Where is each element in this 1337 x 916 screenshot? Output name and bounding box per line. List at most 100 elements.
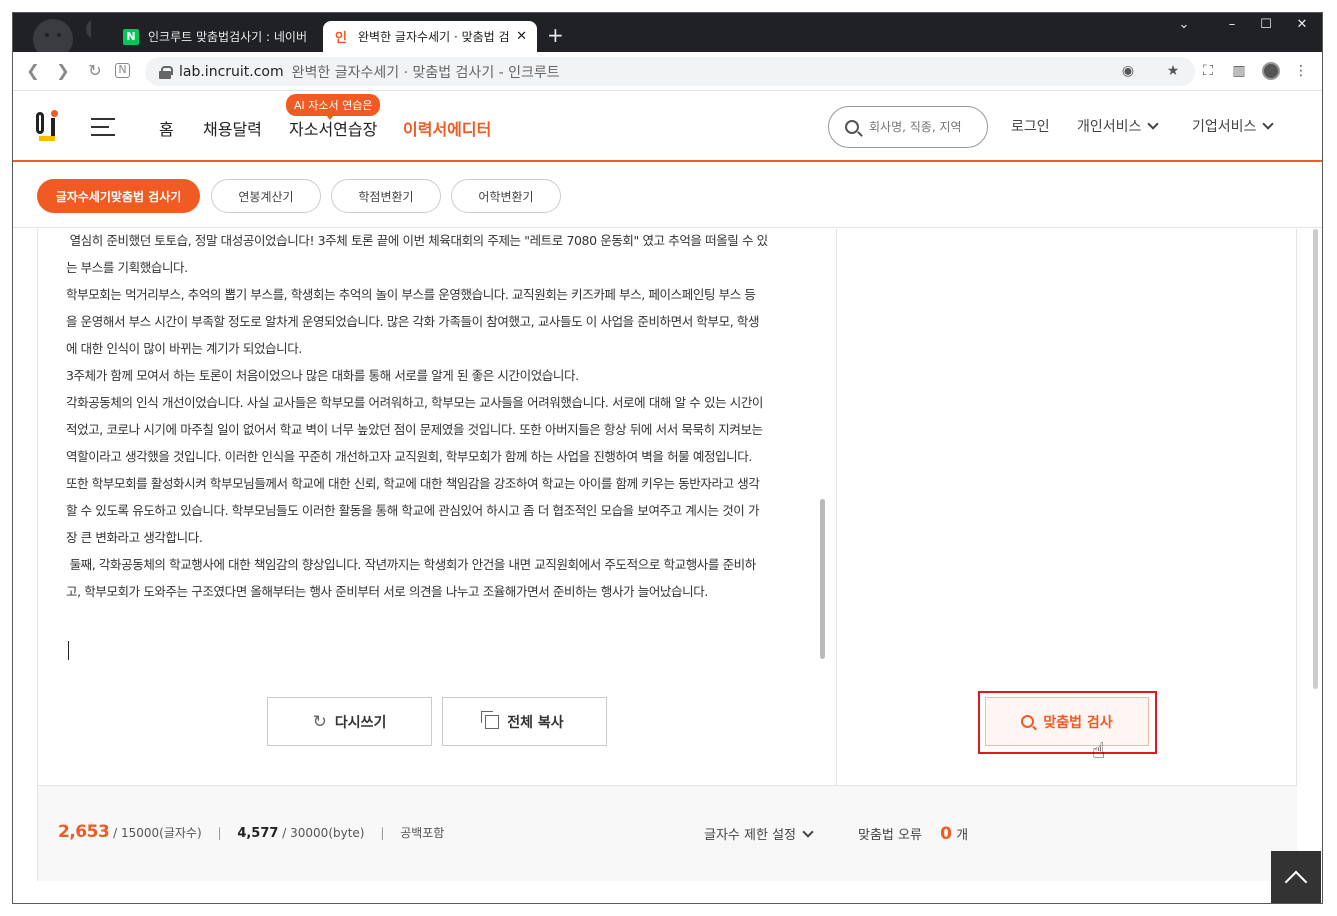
lock-icon (159, 65, 173, 79)
nav-resume-editor[interactable]: 이력서에디터 (403, 116, 491, 140)
rewrite-button[interactable]: ↻ 다시쓰기 (267, 697, 432, 746)
incruit-logo[interactable] (33, 108, 61, 144)
business-service-label: 기업서비스 (1192, 119, 1257, 135)
editor-line: 열심히 준비했던 토토습, 정말 대성공이었습니다! 3주체 토론 끝에 이번 … (66, 233, 769, 248)
maximize-button[interactable]: ☐ (1253, 17, 1279, 32)
tool-tabs: 글자수세기맞춤법 검사기 연봉계산기 학점변환기 어학변환기 (13, 164, 1322, 228)
byte-limit: / 30000(byte) (282, 826, 365, 840)
incruit-favicon-icon: 인 (335, 31, 347, 46)
error-count: 0 (940, 824, 952, 844)
byte-count: 4,577 (237, 826, 279, 841)
editor-line: 고, 학부모회가 도와주는 구조였다면 올해부터는 행사 준비부터 서로 의견을… (66, 584, 708, 599)
editor-line: 할 수 있도록 유도하고 있습니다. 학부모님들도 이러한 활동을 통해 학교에… (66, 503, 760, 518)
scroll-to-top-button[interactable] (1271, 851, 1321, 903)
text-caret (68, 641, 69, 660)
error-label: 맞춤법 오류 (858, 828, 922, 843)
header-search-box[interactable] (828, 106, 988, 148)
hamburger-menu-icon[interactable] (91, 118, 115, 136)
url-page-title: 완벽한 글자수세기 · 맞춤법 검사기 - 인크루트 (291, 64, 560, 81)
minimize-button[interactable]: – (1219, 17, 1245, 32)
personal-service-label: 개인서비스 (1077, 119, 1142, 135)
text-editor[interactable]: 열심히 준비했던 토토습, 정말 대성공이었습니다! 3주체 토론 끝에 이번 … (66, 227, 812, 657)
rewrite-label: 다시쓰기 (334, 714, 387, 731)
site-header: 홈 채용달력 자소서연습장 AI 자소서 연습은 이력서에디터 로그인 개인서비… (13, 92, 1322, 162)
profile-avatar-icon (33, 19, 91, 52)
char-counts: 2,653 / 15000(글자수) | 4,577 / 30000(byte)… (58, 822, 444, 842)
copy-all-label: 전체 복사 (507, 714, 564, 731)
chevron-down-icon (802, 826, 814, 838)
tab-close-icon[interactable]: ✕ (516, 29, 527, 44)
editor-line: 학부모회는 먹거리부스, 추억의 뽑기 부스를, 학생회는 추억의 놀이 부스를… (66, 287, 756, 302)
editor-line: 또한 학부모회를 활성화시켜 학부모님들께서 학교에 대한 신뢰, 학교에 대한… (66, 476, 760, 491)
nav-recruit-calendar[interactable]: 채용달력 (203, 116, 262, 140)
search-icon (845, 120, 859, 134)
search-icon (1021, 715, 1035, 728)
arrow-up-icon (1284, 870, 1308, 894)
editor-line: 역할이라고 생각했을 것입니다. 이러한 인식을 꾸준히 개선하고자 교직원회,… (66, 449, 752, 464)
editor-line: 을 운영해서 부스 시간이 부족할 정도로 알차게 운영되었습니다. 많은 각화… (66, 314, 760, 329)
personal-service-menu[interactable]: 개인서비스 (1077, 116, 1160, 136)
tab-title: 인크루트 맞춤법검사기 : 네이버 (148, 30, 308, 44)
editor-pane: 열심히 준비했던 토토습, 정말 대성공이었습니다! 3주체 토론 끝에 이번 … (38, 229, 836, 769)
ai-essay-badge: AI 자소서 연습은 (286, 94, 381, 120)
editor-line: 는 부스를 기획했습니다. (66, 260, 188, 275)
chevron-down-icon (1147, 118, 1160, 130)
editor-line: 각화공동체의 인식 개선이었습니다. 사실 교사들은 학부모를 어려워하고, 학… (66, 395, 764, 410)
tab-language-converter[interactable]: 어학변환기 (451, 179, 561, 213)
hand-cursor-icon: ☝ (1092, 739, 1106, 764)
spell-check-label: 맞춤법 검사 (1043, 714, 1113, 731)
editor-line: 에 대한 인식이 많이 바뀌는 계기가 되었습니다. (66, 341, 302, 356)
forward-icon[interactable]: ❯ (53, 61, 73, 81)
profile-avatar[interactable] (1262, 62, 1280, 80)
favorites-icon[interactable]: ★ (1164, 62, 1182, 80)
new-tab-button[interactable]: + (547, 24, 564, 46)
back-icon[interactable]: ❮ (23, 61, 43, 81)
login-link[interactable]: 로그인 (1011, 116, 1050, 136)
tab-search-icon[interactable]: ⌄ (1171, 17, 1197, 32)
browser-toolbar: ❮ ❯ ↻ N lab.incruit.com 완벽한 글자수세기 · 맞춤법 … (13, 52, 1322, 91)
copy-icon (481, 710, 500, 729)
reload-icon[interactable]: ↻ (85, 61, 105, 81)
space-note: 공백포함 (400, 826, 445, 840)
result-pane (837, 229, 1297, 769)
close-window-button[interactable]: ✕ (1289, 17, 1315, 32)
tab-title: 완벽한 글자수세기 · 맞춤법 검사 (358, 30, 511, 44)
url-host: lab.incruit.com (179, 63, 284, 80)
refresh-icon: ↻ (312, 711, 327, 732)
spell-check-button[interactable]: 맞춤법 검사 (985, 697, 1149, 746)
separator: | (380, 826, 385, 840)
editor-line: 장 큰 변화라고 생각합니다. (66, 530, 203, 545)
business-service-menu[interactable]: 기업서비스 (1192, 116, 1275, 136)
char-limit-setting[interactable]: 글자수 제한 설정 (704, 824, 814, 843)
tab-naver[interactable]: N 인크루트 맞춤법검사기 : 네이버 (113, 21, 323, 52)
tab-gpa-converter[interactable]: 학점변환기 (331, 179, 441, 213)
editor-line: 적었고, 코로나 시기에 마주칠 일이 없어서 학교 벽이 너무 높았던 점이 … (66, 422, 763, 437)
tab-salary-calculator[interactable]: 연봉계산기 (211, 179, 321, 213)
chevron-down-icon (1262, 118, 1275, 130)
eye-off-icon[interactable]: ◉ (1119, 62, 1137, 80)
tab-strip: N 인크루트 맞춤법검사기 : 네이버 인 완벽한 글자수세기 · 맞춤법 검사… (13, 13, 1322, 52)
address-bar[interactable]: lab.incruit.com 완벽한 글자수세기 · 맞춤법 검사기 - 인크… (145, 57, 1195, 86)
char-limit-setting-label: 글자수 제한 설정 (704, 828, 796, 843)
spelling-error-summary: 맞춤법 오류 0 개 (858, 824, 968, 844)
tab-char-counter[interactable]: 글자수세기맞춤법 검사기 (37, 179, 200, 213)
checker-panel: 열심히 준비했던 토토습, 정말 대성공이었습니다! 3주체 토론 끝에 이번 … (37, 229, 1318, 881)
copy-all-button[interactable]: 전체 복사 (442, 697, 607, 746)
editor-line: 둘째, 각화공동체의 학교행사에 대한 책임감의 향상입니다. 작년까지는 학생… (66, 557, 757, 572)
count-footer: 2,653 / 15000(글자수) | 4,577 / 30000(byte)… (38, 785, 1297, 881)
editor-scrollbar[interactable] (820, 499, 825, 659)
screenshot-icon[interactable]: ⛶ (1199, 62, 1217, 80)
naver-extension-icon[interactable]: N (115, 63, 130, 78)
browser-window: N 인크루트 맞춤법검사기 : 네이버 인 완벽한 글자수세기 · 맞춤법 검사… (12, 12, 1323, 904)
error-unit: 개 (956, 828, 969, 843)
char-limit: / 15000(글자수) (113, 826, 202, 840)
sidebar-icon[interactable]: ▥ (1230, 62, 1248, 80)
tab-incruit[interactable]: 인 완벽한 글자수세기 · 맞춤법 검사 ✕ (323, 21, 537, 52)
result-scrollbar[interactable] (1313, 229, 1318, 689)
separator: | (217, 826, 222, 840)
header-search-input[interactable] (869, 120, 969, 134)
nav-home[interactable]: 홈 (159, 116, 174, 140)
menu-kebab-icon[interactable]: ⋮ (1292, 62, 1310, 80)
naver-favicon-icon: N (123, 28, 139, 45)
editor-line: 3주체가 함께 모여서 하는 토론이 처음이었으나 많은 대화를 통해 서로를 … (66, 368, 579, 383)
